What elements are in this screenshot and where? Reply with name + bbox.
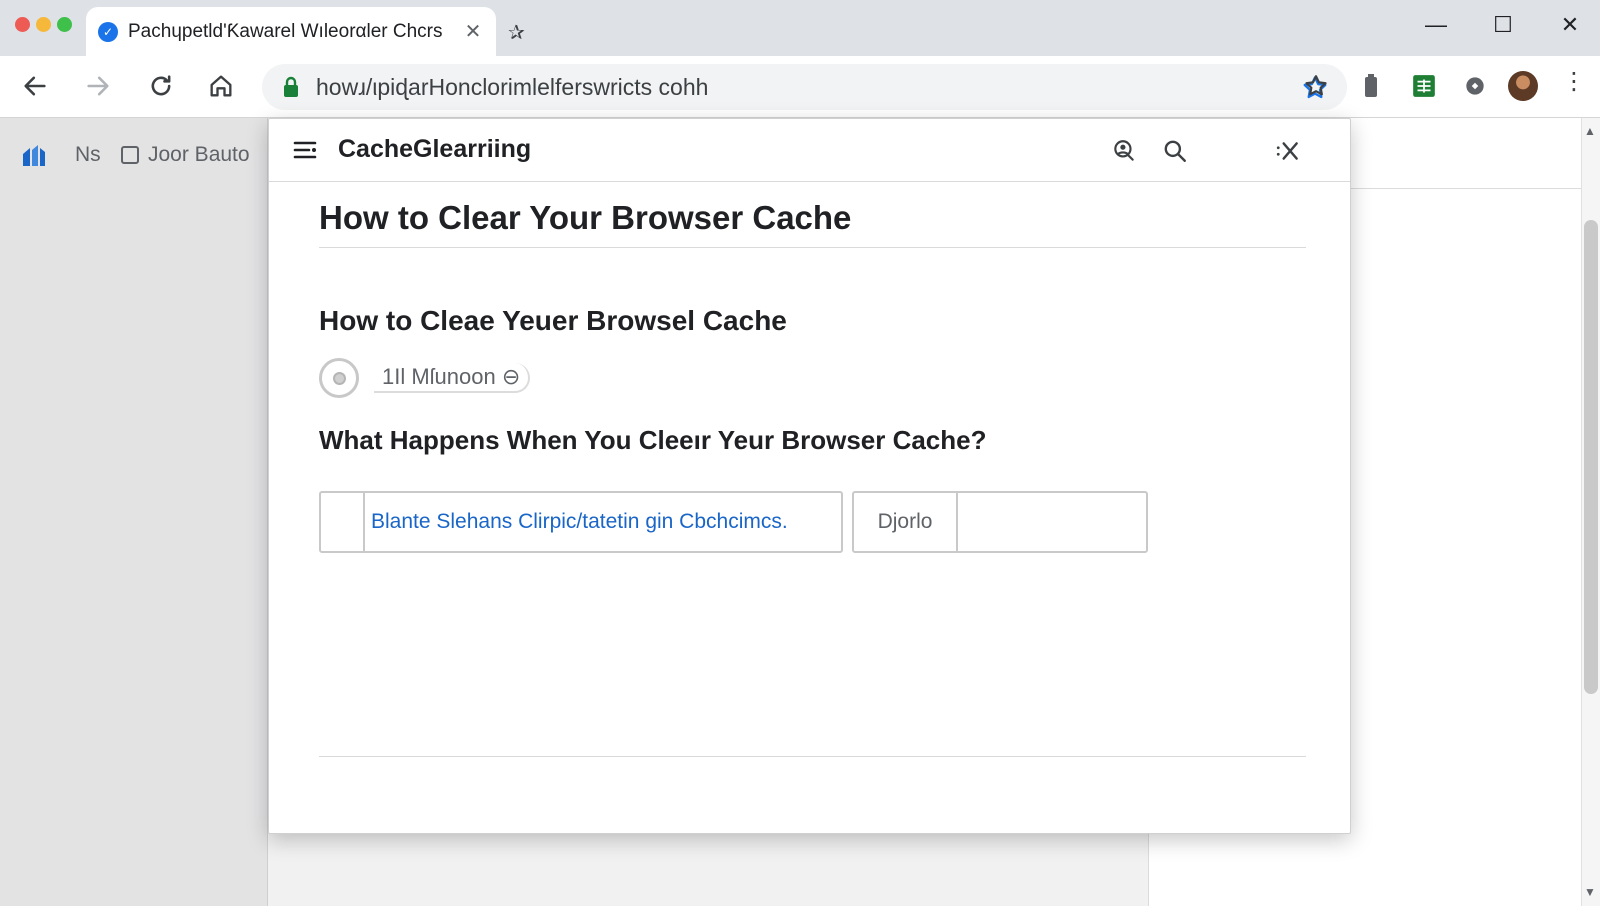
bookmark-checkbox[interactable] [121, 146, 139, 164]
account-search-icon[interactable] [1109, 136, 1139, 166]
tab-strip: ✓ Pachɥpetld'Ƙawarel Wıleorαler Chcrs ✕ … [0, 0, 1600, 56]
search-icon[interactable] [1160, 136, 1190, 166]
minimize-window-dot[interactable] [36, 17, 51, 32]
cache-overlay-dialog: CacheGlearriing How to Clear Your Browse… [268, 118, 1351, 834]
battery-icon[interactable] [1357, 72, 1385, 100]
home-icon[interactable] [203, 68, 239, 104]
browser-toolbar: howɹ/ιpiɖarHonclorimlelferswricts cohh ⋮ [0, 56, 1600, 118]
link-input-box[interactable]: Blante Slehans Clirpic/tatetin gin Cbchc… [319, 491, 843, 553]
scroll-down-icon[interactable]: ▼ [1584, 885, 1596, 899]
tab-title: Pachɥpetld'Ƙawarel Wıleorαler Chcrs [128, 20, 443, 42]
check-circle-icon: ✓ [98, 21, 118, 42]
forward-arrow-icon[interactable] [80, 68, 116, 104]
active-tab[interactable]: ✓ Pachɥpetld'Ƙawarel Wıleorαler Chcrs ✕ [86, 7, 496, 56]
minimize-icon[interactable]: — [1421, 12, 1451, 38]
link-box-prefix [321, 493, 365, 551]
zoom-window-dot[interactable] [57, 17, 72, 32]
section-heading: How to Cleae Yeuer Browsel Cache [319, 305, 787, 336]
maximize-icon[interactable]: ☐ [1488, 12, 1518, 38]
close-icon[interactable]: ✕ [1555, 12, 1585, 38]
link-text[interactable]: Blante Slehans Clirpic/tatetin gin Cbchc… [371, 510, 788, 534]
tab-close-icon[interactable]: ✕ [462, 19, 484, 44]
side-box-label: Djorlo [854, 493, 958, 551]
article-heading: How to Clear Your Browser Cache [319, 199, 852, 236]
divider [319, 247, 1306, 248]
scroll-up-icon[interactable]: ▲ [1584, 124, 1596, 138]
url-text[interactable]: howɹ/ιpiɖarHonclorimlelferswricts cohh [316, 74, 708, 101]
dialog-header: CacheGlearriing [269, 119, 1350, 182]
question-heading: What Happens When You Cleeır Yeur Browse… [319, 425, 987, 455]
spreadsheet-extension-icon[interactable] [1410, 72, 1438, 100]
more-menu-icon[interactable]: ⋮ [1562, 70, 1586, 94]
lock-icon [280, 76, 302, 98]
address-bar[interactable]: howɹ/ιpiɖarHonclorimlelferswricts cohh [262, 64, 1347, 110]
bar-chart-logo-icon[interactable] [21, 142, 47, 173]
profile-avatar[interactable] [1508, 71, 1538, 101]
close-dialog-icon[interactable] [1273, 136, 1303, 166]
back-arrow-icon[interactable] [17, 68, 53, 104]
left-pane [0, 118, 268, 906]
puzzle-extension-icon[interactable] [1461, 72, 1489, 100]
menu-icon[interactable] [293, 139, 317, 166]
bookmark-folder[interactable]: Joor Bauto [148, 143, 250, 167]
reload-icon[interactable] [143, 68, 179, 104]
close-window-dot[interactable] [15, 17, 30, 32]
scrollbar-thumb[interactable] [1584, 220, 1598, 694]
divider [319, 756, 1306, 757]
radio-button[interactable] [319, 358, 359, 398]
side-input-box[interactable]: Djorlo [852, 491, 1148, 553]
meta-label[interactable]: 1Il Mſunoon ⊖ [374, 363, 531, 393]
star-outline-icon[interactable] [1302, 72, 1330, 100]
bookmark-ns[interactable]: Ns [75, 143, 101, 167]
radio-dot [333, 372, 346, 385]
dialog-title: CacheGlearriing [338, 135, 532, 163]
new-tab-icon[interactable]: ✰ [508, 20, 525, 45]
